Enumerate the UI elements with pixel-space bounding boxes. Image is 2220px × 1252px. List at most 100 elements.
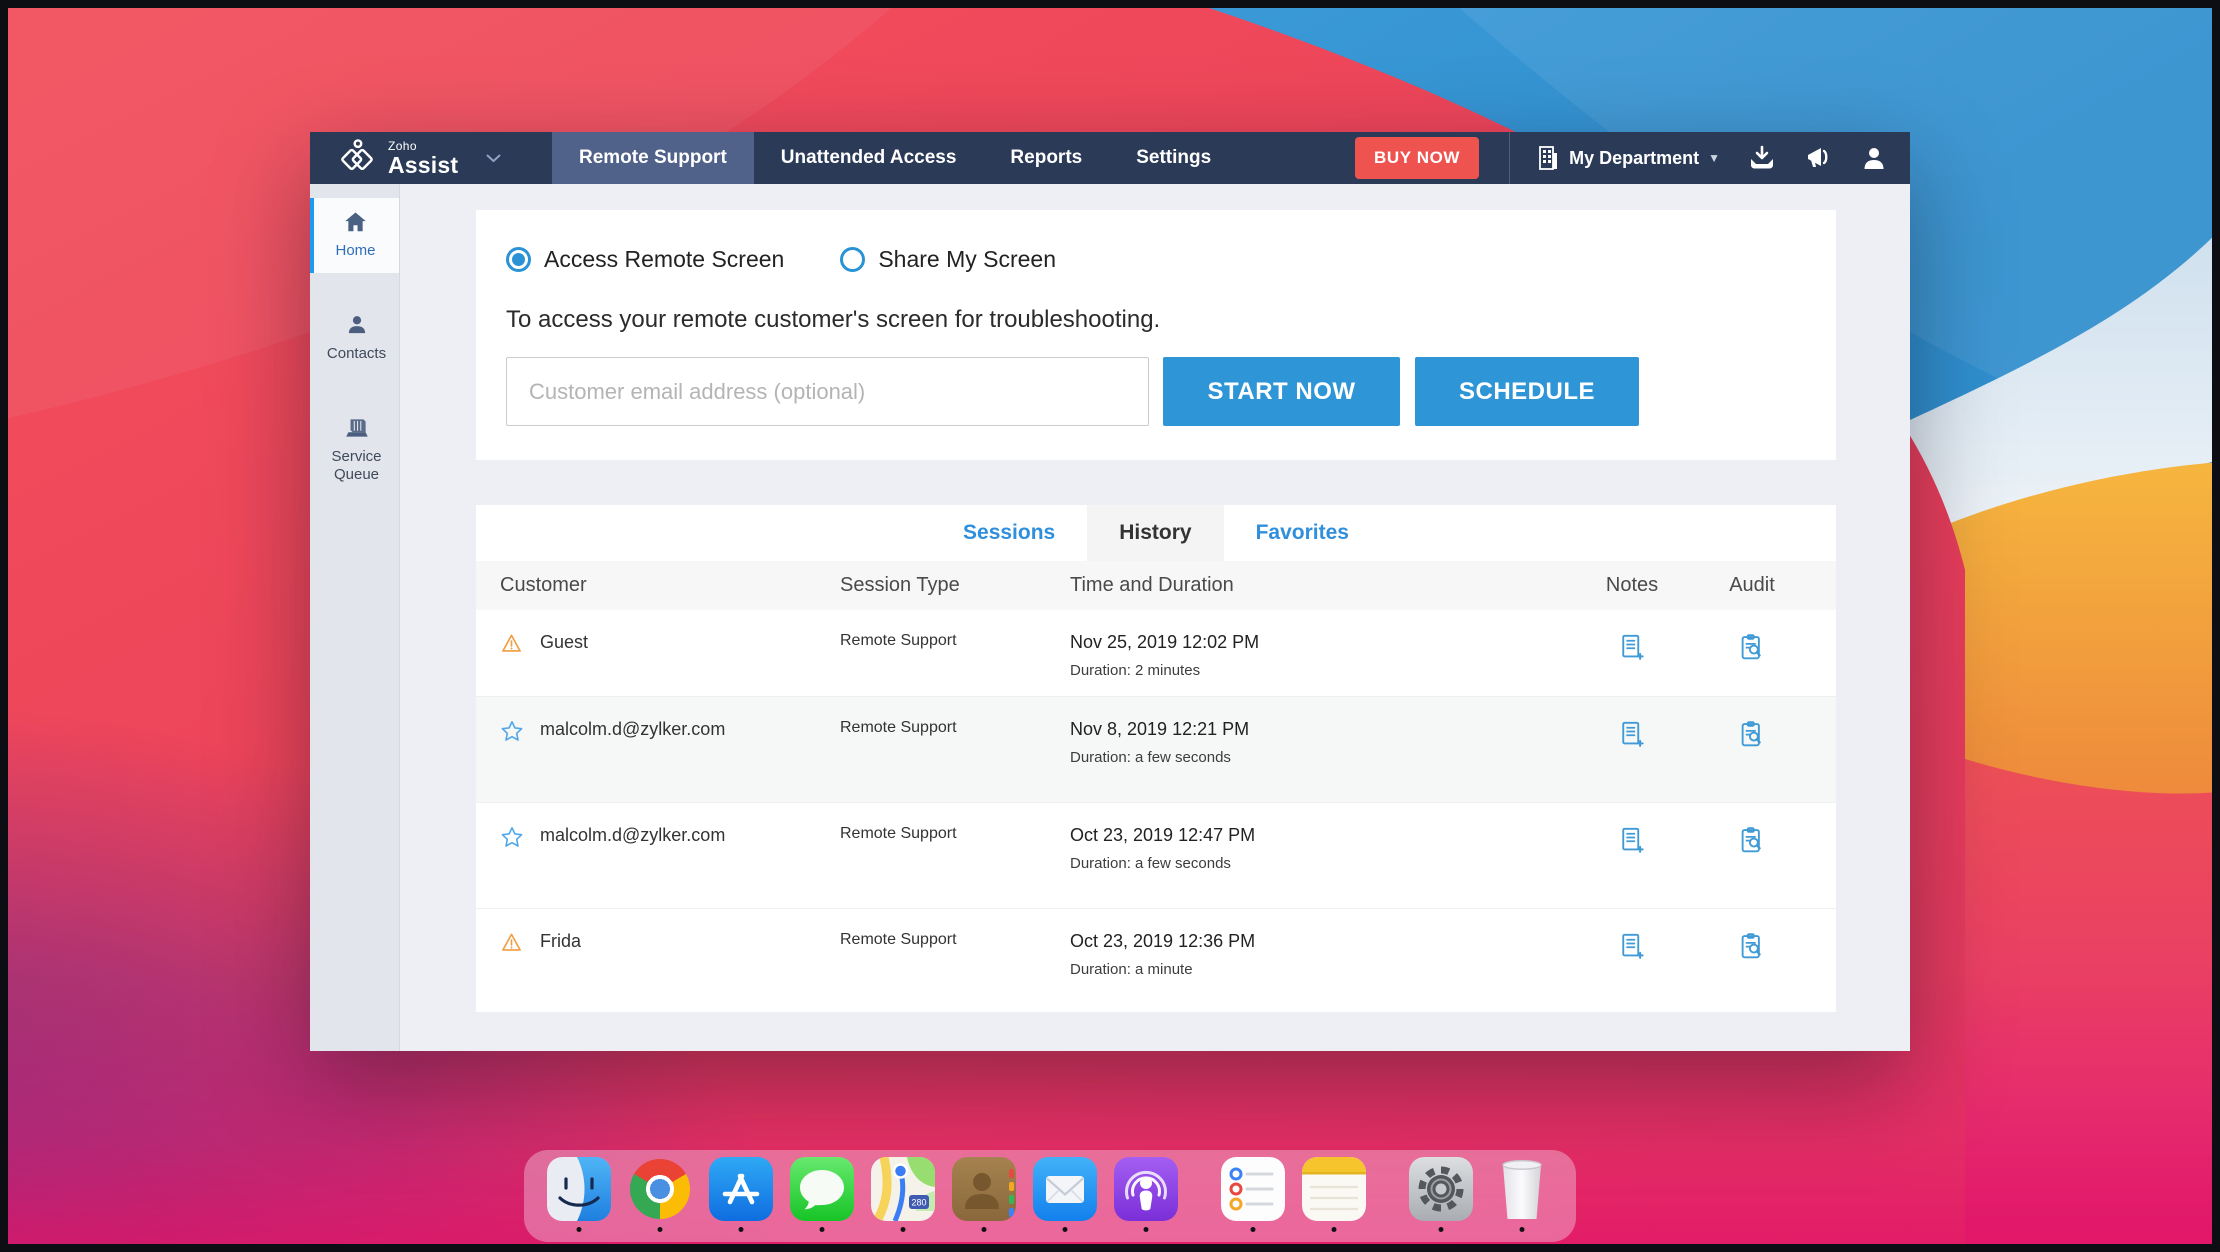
dock: 280 — [524, 1150, 1576, 1242]
zoho-assist-logo-icon — [341, 139, 373, 171]
dock-messages[interactable] — [789, 1157, 854, 1235]
radio-label: Access Remote Screen — [544, 246, 785, 272]
add-note-icon — [1622, 827, 1644, 853]
running-indicator — [981, 1227, 986, 1232]
navbar-right: BUY NOW My Department ▼ — [1355, 132, 1910, 184]
session-time: Oct 23, 2019 12:36 PM — [1070, 931, 1256, 951]
tab-sessions[interactable]: Sessions — [931, 505, 1087, 561]
nav-tabs: Remote Support Unattended Access Reports… — [552, 132, 1238, 184]
add-note-button[interactable] — [1572, 909, 1692, 961]
session-type: Remote Support — [840, 931, 957, 948]
session-time: Nov 25, 2019 12:02 PM — [1070, 632, 1260, 652]
radio-access-remote-screen[interactable]: Access Remote Screen — [506, 246, 784, 273]
session-type: Remote Support — [840, 825, 957, 842]
running-indicator — [1250, 1227, 1255, 1232]
running-indicator — [738, 1227, 743, 1232]
table-row: malcolm.d@zylker.com Remote Support Oct … — [476, 802, 1836, 908]
session-type: Remote Support — [840, 632, 957, 649]
profile-button[interactable] — [1862, 145, 1886, 171]
messages-icon — [789, 1157, 854, 1221]
radio-unselected-icon[interactable] — [840, 247, 866, 272]
radio-selected-icon[interactable] — [506, 247, 531, 272]
mail-icon — [1032, 1157, 1097, 1221]
audit-button[interactable] — [1692, 697, 1812, 749]
session-mode-radios: Access Remote Screen Share My Screen — [506, 246, 1806, 273]
buy-now-button[interactable]: BUY NOW — [1355, 137, 1480, 179]
brand-assist-label: Assist — [388, 151, 459, 178]
dock-app-store[interactable] — [708, 1157, 773, 1235]
customer-name: malcolm.d@zylker.com — [540, 719, 726, 739]
favorite-star-icon — [501, 721, 523, 741]
running-indicator — [819, 1227, 824, 1232]
dock-podcasts[interactable] — [1113, 1157, 1178, 1235]
add-note-button[interactable] — [1572, 803, 1692, 855]
contacts-icon — [348, 315, 365, 333]
favorite-toggle[interactable] — [500, 803, 540, 849]
sidebar-item-home[interactable]: Home — [310, 198, 399, 273]
table-row: Guest Remote Support Nov 25, 2019 12:02 … — [476, 610, 1836, 696]
sidebar: Home Contacts Service Queue — [310, 184, 400, 1051]
customer-email-input[interactable] — [506, 357, 1149, 426]
sidebar-item-contacts[interactable]: Contacts — [310, 301, 399, 376]
col-session-type: Session Type — [840, 574, 960, 596]
brand-zoho-label: Zoho — [388, 138, 417, 153]
department-caret-icon: ▼ — [1708, 151, 1720, 165]
schedule-button[interactable]: SCHEDULE — [1415, 357, 1639, 426]
running-indicator — [1331, 1227, 1336, 1232]
top-navbar: Zoho Assist Remote Support Unattended Ac… — [310, 132, 1910, 184]
dock-chrome[interactable] — [628, 1157, 692, 1235]
start-now-button[interactable]: START NOW — [1163, 357, 1400, 426]
service-queue-icon — [345, 418, 368, 437]
running-indicator — [1143, 1227, 1148, 1232]
col-audit: Audit — [1729, 574, 1775, 596]
add-note-icon — [1622, 721, 1644, 747]
add-note-button[interactable] — [1572, 610, 1692, 662]
audit-button[interactable] — [1692, 909, 1812, 961]
trash-icon — [1490, 1157, 1554, 1221]
tab-history[interactable]: History — [1087, 505, 1224, 561]
download-button[interactable] — [1748, 145, 1776, 171]
desktop: Zoho Assist Remote Support Unattended Ac… — [0, 0, 2220, 1252]
chrome-icon — [629, 1159, 690, 1219]
running-indicator — [1062, 1227, 1067, 1232]
session-duration: Duration: a minute — [1070, 961, 1193, 978]
running-indicator — [1438, 1227, 1443, 1232]
sidebar-item-service-queue[interactable]: Service Queue — [310, 404, 399, 498]
customer-name: Frida — [540, 931, 582, 951]
notes-icon — [1301, 1157, 1366, 1221]
dock-maps[interactable]: 280 — [870, 1157, 935, 1235]
audit-button[interactable] — [1692, 610, 1812, 662]
favorite-toggle[interactable] — [500, 697, 540, 743]
session-time: Oct 23, 2019 12:47 PM — [1070, 825, 1256, 845]
maps-icon: 280 — [870, 1157, 935, 1221]
announcements-button[interactable] — [1804, 145, 1834, 171]
dock-system-preferences[interactable] — [1408, 1157, 1473, 1235]
session-time: Nov 8, 2019 12:21 PM — [1070, 719, 1250, 739]
dock-trash[interactable] — [1490, 1157, 1554, 1235]
nav-tab-reports[interactable]: Reports — [983, 132, 1109, 184]
dock-finder[interactable] — [546, 1157, 611, 1235]
dock-contacts[interactable] — [951, 1157, 1016, 1235]
brand-logo[interactable]: Zoho Assist — [310, 132, 552, 184]
main-content: Access Remote Screen Share My Screen To … — [400, 184, 1910, 1051]
audit-icon — [1741, 634, 1761, 660]
chevron-down-icon[interactable] — [486, 154, 501, 163]
radio-label: Share My Screen — [878, 246, 1057, 272]
nav-tab-settings[interactable]: Settings — [1109, 132, 1238, 184]
audit-button[interactable] — [1692, 803, 1812, 855]
add-note-button[interactable] — [1572, 697, 1692, 749]
customer-name: Guest — [540, 632, 589, 652]
department-selector[interactable]: My Department ▼ — [1536, 145, 1720, 171]
dock-reminders[interactable] — [1220, 1157, 1285, 1235]
session-type: Remote Support — [840, 719, 957, 736]
nav-tab-remote-support[interactable]: Remote Support — [552, 132, 754, 184]
tab-favorites[interactable]: Favorites — [1224, 505, 1381, 561]
sidebar-item-label: Contacts — [326, 344, 387, 362]
dock-mail[interactable] — [1032, 1157, 1097, 1235]
audit-icon — [1741, 933, 1761, 959]
nav-tab-unattended-access[interactable]: Unattended Access — [754, 132, 984, 184]
dock-notes[interactable] — [1301, 1157, 1366, 1235]
radio-share-my-screen[interactable]: Share My Screen — [840, 246, 1056, 273]
col-customer: Customer — [500, 574, 587, 596]
session-duration: Duration: 2 minutes — [1070, 662, 1201, 679]
